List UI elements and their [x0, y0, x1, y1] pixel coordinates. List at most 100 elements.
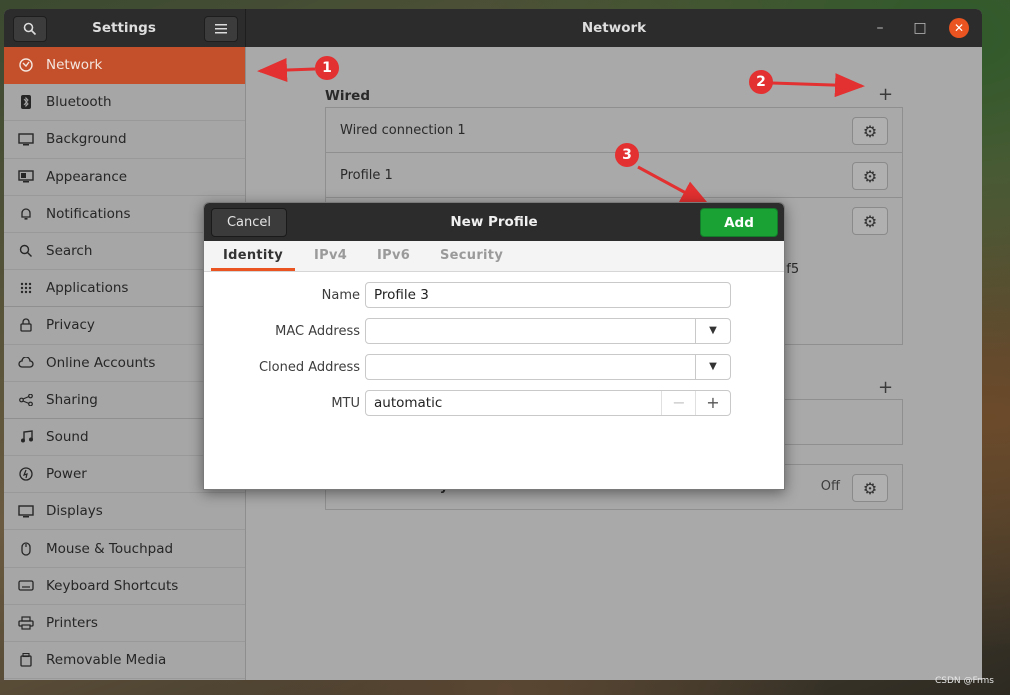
sidebar-item-label: Printers [46, 614, 98, 631]
gear-icon: ⚙ [862, 211, 878, 231]
tab-identity[interactable]: Identity [211, 241, 295, 271]
sidebar-item-removable-media[interactable]: Removable Media [4, 642, 245, 680]
new-profile-dialog: Cancel New Profile Add Identity IPv4 IPv… [203, 202, 785, 490]
gear-icon: ⚙ [862, 478, 878, 498]
dialog-tabs: Identity IPv4 IPv6 Security [204, 241, 784, 272]
plus-icon: + [878, 84, 894, 105]
name-label: Name [321, 288, 360, 303]
mac-address-label: MAC Address [275, 324, 360, 339]
hamburger-menu-icon [215, 24, 227, 34]
annotation-marker-1: 1 [315, 56, 339, 80]
dialog-header: Cancel New Profile Add [204, 203, 784, 241]
sidebar-item-background[interactable]: Background [4, 121, 245, 159]
sidebar-item-label: Notifications [46, 205, 131, 222]
cloud-icon [18, 355, 34, 371]
printer-icon [18, 615, 34, 631]
tab-ipv4[interactable]: IPv4 [314, 241, 347, 271]
sidebar-item-mouse-touchpad[interactable]: Mouse & Touchpad [4, 530, 245, 568]
share-icon [18, 392, 34, 408]
bluetooth-icon [18, 94, 34, 110]
header-bar: Settings Network – □ ✕ [4, 9, 982, 47]
minimize-button[interactable]: – [870, 18, 890, 38]
sidebar-item-label: Applications [46, 280, 129, 297]
mac-address-combo[interactable]: ▼ [365, 318, 731, 344]
dialog-title: New Profile [450, 214, 538, 230]
cloned-address-combo[interactable]: ▼ [365, 354, 731, 380]
sidebar-item-label: Displays [46, 503, 103, 520]
wired-section-title: Wired [325, 88, 370, 104]
close-button[interactable]: ✕ [949, 18, 969, 38]
add-button[interactable]: Add [700, 208, 778, 237]
sidebar-item-appearance[interactable]: Appearance [4, 159, 245, 196]
gear-icon: ⚙ [862, 166, 878, 186]
sidebar-item-displays[interactable]: Displays [4, 493, 245, 531]
sidebar-item-label: Privacy [46, 317, 95, 334]
search-icon [18, 243, 34, 259]
search-icon [23, 22, 37, 36]
tab-security[interactable]: Security [440, 241, 503, 271]
lock-icon [18, 317, 34, 333]
mtu-stepper[interactable]: automatic − + [365, 390, 731, 416]
annotation-marker-3: 3 [615, 143, 639, 167]
mtu-increment-button[interactable]: + [695, 391, 730, 415]
mtu-decrement-button[interactable]: − [661, 391, 696, 415]
sidebar-item-label: Keyboard Shortcuts [46, 577, 179, 594]
display-icon [18, 503, 34, 519]
plus-icon: + [878, 377, 894, 398]
minus-icon: − [672, 393, 686, 412]
grid-icon [18, 280, 34, 296]
sidebar-item-label: Online Accounts [46, 354, 156, 371]
header-left: Settings [4, 9, 246, 47]
mac-address-dropdown-button[interactable]: ▼ [695, 319, 730, 343]
sidebar-item-label: Search [46, 243, 93, 260]
sidebar-item-label: Power [46, 466, 87, 483]
sidebar-item-label: Network [46, 57, 103, 74]
proxy-status: Off [820, 479, 840, 494]
add-wired-connection-button[interactable]: + [878, 84, 893, 105]
sidebar-item-bluetooth[interactable]: Bluetooth [4, 84, 245, 122]
background-icon [18, 131, 34, 147]
cloned-address-dropdown-button[interactable]: ▼ [695, 355, 730, 379]
sidebar-item-label: Bluetooth [46, 94, 112, 111]
menu-button[interactable] [204, 16, 238, 42]
maximize-button[interactable]: □ [910, 18, 930, 38]
music-note-icon [18, 429, 34, 445]
sidebar-item-network[interactable]: Network [4, 47, 245, 85]
mouse-icon [18, 541, 34, 557]
sidebar-item-printers[interactable]: Printers [4, 605, 245, 642]
bell-icon [18, 206, 34, 222]
add-vpn-button[interactable]: + [878, 377, 893, 398]
removable-media-icon [18, 652, 34, 668]
power-icon [18, 466, 34, 482]
keyboard-icon [18, 578, 34, 594]
network-icon [18, 57, 34, 73]
proxy-settings-button[interactable]: ⚙ [852, 474, 888, 502]
sidebar-item-label: Background [46, 131, 127, 148]
cloned-address-label: Cloned Address [258, 360, 360, 375]
list-item[interactable]: Wired connection 1 ⚙ [326, 108, 902, 153]
annotation-marker-2: 2 [749, 70, 773, 94]
list-item[interactable]: Profile 1 ⚙ [326, 153, 902, 198]
connection-settings-button[interactable]: ⚙ [852, 207, 888, 235]
connection-settings-button[interactable]: ⚙ [852, 117, 888, 145]
sidebar-item-label: Appearance [46, 168, 128, 185]
watermark: CSDN @Frms [934, 676, 994, 686]
sidebar-item-label: Removable Media [46, 652, 167, 669]
connection-label: Wired connection 1 [340, 122, 466, 138]
name-input[interactable] [365, 282, 731, 308]
tab-ipv6[interactable]: IPv6 [377, 241, 410, 271]
chevron-down-icon: ▼ [709, 361, 717, 372]
appearance-icon [18, 169, 34, 185]
mtu-label: MTU [331, 396, 360, 411]
gear-icon: ⚙ [862, 121, 878, 141]
sidebar-item-label: Sound [46, 428, 89, 445]
mtu-value: automatic [374, 395, 443, 411]
sidebar-item-keyboard-shortcuts[interactable]: Keyboard Shortcuts [4, 568, 245, 605]
connection-settings-button[interactable]: ⚙ [852, 162, 888, 190]
plus-icon: + [706, 393, 720, 412]
chevron-down-icon: ▼ [709, 325, 717, 336]
settings-title: Settings [92, 20, 156, 36]
connection-label: Profile 1 [340, 167, 393, 183]
search-button[interactable] [13, 16, 47, 42]
sidebar-item-label: Mouse & Touchpad [46, 540, 174, 557]
